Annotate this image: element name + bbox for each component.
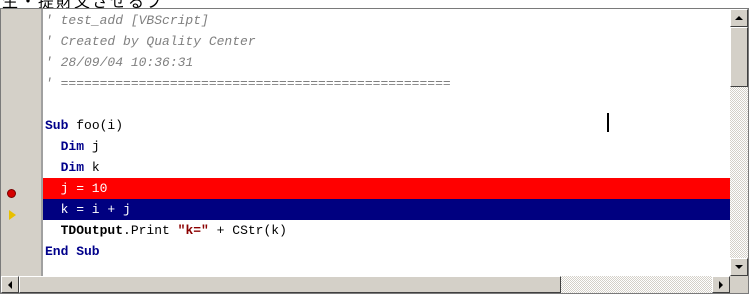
current-line-arrow-icon (9, 210, 16, 220)
code-line-5[interactable] (43, 94, 730, 115)
code-line-1[interactable]: ' test_add [VBScript] (43, 10, 730, 31)
object-name: TDOutput (60, 223, 124, 238)
sub-signature: foo(i) (76, 118, 124, 133)
code-line-3[interactable]: ' 28/09/04 10:36:31 (43, 52, 730, 73)
truncated-window-title: 生・提財文させるプ (0, 0, 749, 8)
breakpoint-icon[interactable] (7, 189, 16, 198)
string-literal: "k=" (177, 223, 209, 238)
code-line-11[interactable]: TDOutput.Print "k=" + CStr(k) (43, 220, 730, 241)
script-editor-frame: ' test_add [VBScript] ' Created by Quali… (0, 8, 749, 294)
breakpoint-gutter[interactable] (1, 9, 41, 276)
dim-variable: k (91, 160, 100, 175)
arrow-down-icon (735, 265, 743, 269)
print-statement: TDOutput.Print "k=" + CStr(k) (45, 220, 287, 241)
code-line-6[interactable]: Sub foo(i) (43, 115, 730, 136)
keyword-sub: Sub (45, 118, 69, 133)
keyword-dim: Dim (60, 139, 85, 154)
dim-statement: Dim k (45, 157, 100, 178)
breakpoint-line[interactable]: j = 10 (43, 178, 730, 199)
code-line-8[interactable]: Dim k (43, 157, 730, 178)
scroll-up-button[interactable] (730, 9, 748, 27)
method-call: .Print (123, 223, 178, 238)
text-cursor (607, 113, 609, 132)
code-line-4[interactable]: ' ======================================… (43, 73, 730, 94)
comment-text: ' ======================================… (45, 76, 451, 91)
code-line-12[interactable]: End Sub (43, 241, 730, 262)
code-line-2[interactable]: ' Created by Quality Center (43, 31, 730, 52)
comment-text: ' 28/09/04 10:36:31 (45, 55, 194, 70)
dim-statement: Dim j (45, 136, 100, 157)
scrollbar-corner (730, 276, 748, 293)
assignment-text: j = 10 (45, 181, 108, 196)
comment-text: ' Created by Quality Center (45, 34, 256, 49)
arrow-left-icon (8, 280, 12, 289)
sub-declaration: Sub foo(i) (45, 115, 123, 136)
keyword-dim: Dim (60, 160, 85, 175)
expression-rest: + CStr(k) (208, 223, 287, 238)
assignment-text: k = i + j (45, 202, 131, 217)
scroll-right-button[interactable] (712, 276, 730, 293)
scroll-left-button[interactable] (1, 276, 19, 293)
truncated-title-text: 生・提財文させるプ (2, 0, 164, 8)
scroll-down-button[interactable] (730, 258, 748, 276)
vertical-scrollbar[interactable] (730, 9, 748, 276)
comment-text: ' test_add [VBScript] (45, 13, 209, 28)
horizontal-scrollbar[interactable] (1, 276, 730, 293)
code-editor[interactable]: ' test_add [VBScript] ' Created by Quali… (43, 9, 730, 276)
code-line-7[interactable]: Dim j (43, 136, 730, 157)
dim-variable: j (91, 139, 100, 154)
keyword-end-sub: End Sub (45, 244, 100, 259)
arrow-right-icon (719, 280, 723, 289)
vertical-scroll-thumb[interactable] (730, 27, 748, 87)
horizontal-scroll-thumb[interactable] (19, 276, 561, 293)
current-execution-line[interactable]: k = i + j (43, 199, 730, 220)
arrow-up-icon (735, 16, 743, 20)
